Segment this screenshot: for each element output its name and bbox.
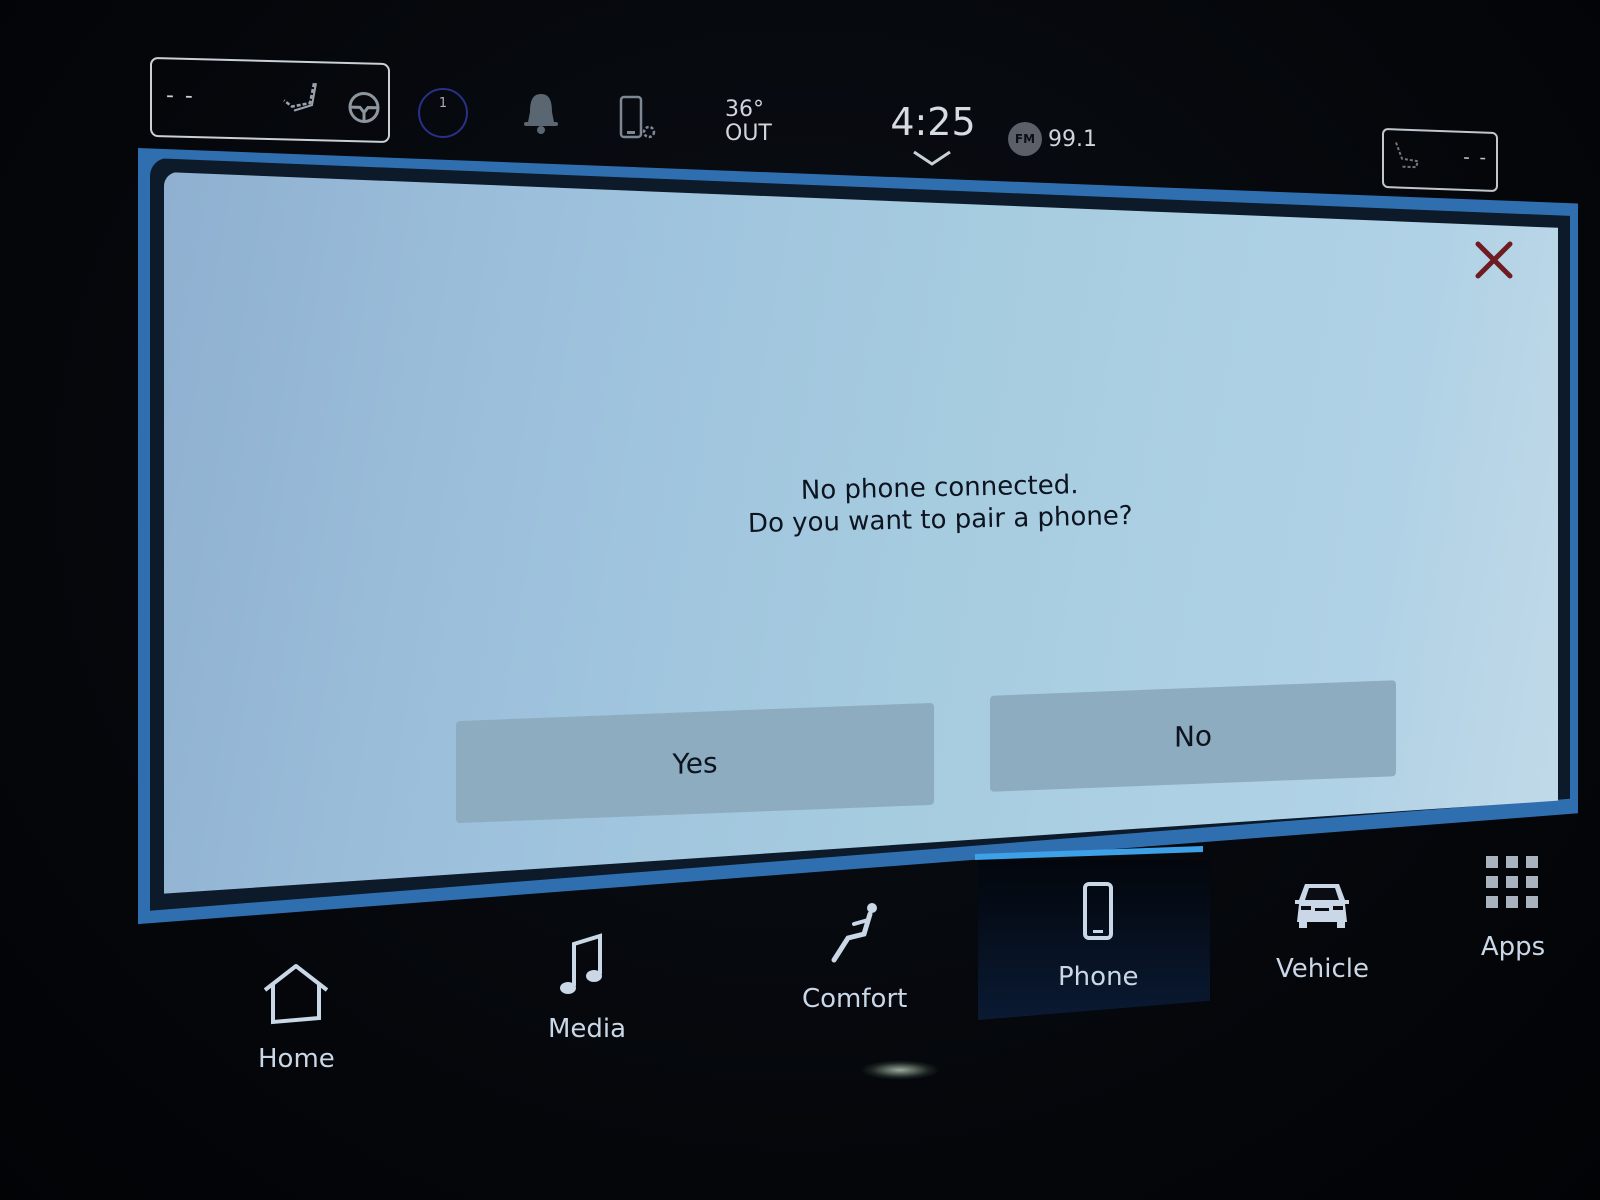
phone-settings-icon[interactable] [618,94,658,144]
nav-label: Apps [1480,932,1546,962]
nav-item-home[interactable]: Home [258,960,335,1074]
radio-now-playing[interactable]: FM 99.1 [1008,122,1097,156]
status-bar: - - 1 36° OUT 4:25 FM 99.1 - - [140,50,1540,193]
nav-label: Comfort [802,984,908,1014]
phone-icon [1083,882,1114,940]
music-note-icon [560,933,603,994]
car-icon [1295,884,1350,928]
chevron-down-icon[interactable] [910,148,954,168]
temperature-value: 36° [725,97,764,122]
no-button[interactable]: No [990,680,1396,792]
outside-temperature: 36° OUT [725,98,772,146]
heated-steering-wheel-icon[interactable] [347,90,381,125]
bezel-reflection [860,1060,940,1080]
nav-item-comfort[interactable]: Comfort [802,900,907,1014]
yes-button[interactable]: Yes [456,702,934,824]
bottom-nav: Home Media Comfort Phone Vehicle Apps [0,846,1600,1100]
driver-seat-level: - - [166,83,195,110]
passenger-seat-level: - - [1463,146,1488,169]
nav-label: Vehicle [1276,954,1369,984]
nav-item-apps[interactable]: Apps [1478,848,1548,962]
driver-climate-controls[interactable]: - - [150,56,390,144]
heated-seat-icon[interactable] [1392,138,1424,171]
nav-item-media[interactable]: Media [548,930,626,1044]
nav-label: Media [548,1014,627,1044]
heated-seat-icon[interactable] [280,80,326,121]
clock[interactable]: 4:25 [888,100,978,144]
passenger-climate-controls[interactable]: - - [1382,127,1498,193]
profile-badge: 1 [438,96,448,111]
nav-item-vehicle[interactable]: Vehicle [1276,870,1369,984]
bell-icon[interactable] [520,90,562,136]
radio-frequency: 99.1 [1048,126,1097,152]
nav-label: Home [258,1044,335,1074]
dialog-message: No phone connected. Do you want to pair … [719,467,1160,540]
infotainment-screen: - - 1 36° OUT 4:25 FM 99.1 - - No phone … [0,0,1600,1200]
nav-label: Phone [1058,962,1139,992]
close-icon[interactable] [1472,238,1516,282]
apps-grid-icon [1486,856,1538,908]
nav-item-phone[interactable]: Phone [1058,878,1139,992]
radio-band-badge: FM [1008,122,1042,156]
driver-profile-icon[interactable]: 1 [418,88,468,138]
home-icon [264,964,329,1025]
seated-person-icon [831,903,877,963]
temperature-label: OUT [725,121,772,146]
